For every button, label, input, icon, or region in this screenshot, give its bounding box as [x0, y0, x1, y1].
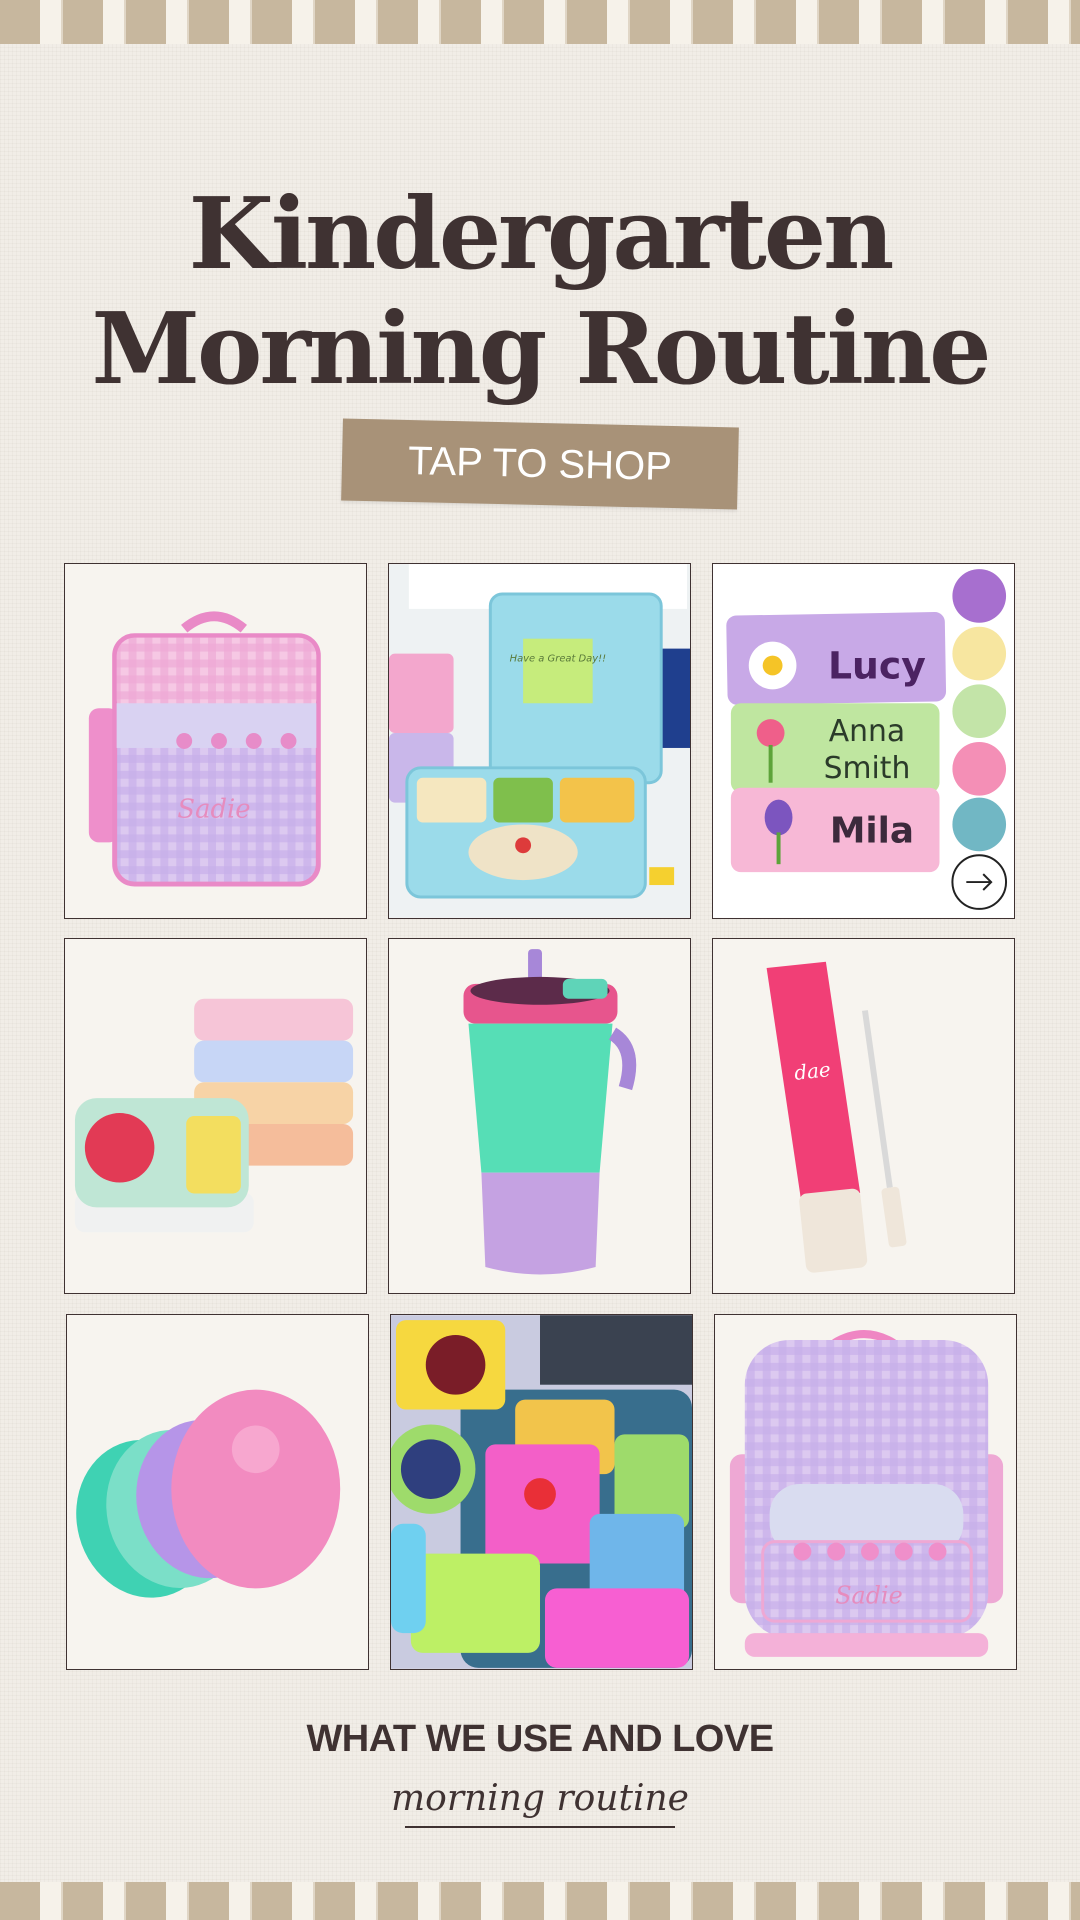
excavator-icon	[952, 684, 1007, 739]
footer-script: morning routine	[391, 1778, 689, 1819]
ice-packs-image	[76, 1389, 341, 1598]
product-tile-bento-box[interactable]: Have a Great Day!!	[388, 563, 691, 919]
product-tile-lunchbox[interactable]: Sadie	[64, 563, 367, 919]
fairy-ice-pack	[171, 1389, 341, 1589]
daisy-icon	[748, 641, 797, 690]
dinosaur-icon	[952, 797, 1007, 852]
rainbow-icon	[952, 569, 1007, 623]
page-title-line-1: Kindergarten	[188, 177, 895, 292]
sun-icon	[952, 626, 1007, 681]
product-tile-snack-containers[interactable]	[64, 938, 367, 1294]
svg-text:Mila: Mila	[830, 810, 914, 851]
cheese-cubes	[186, 1116, 241, 1194]
arrow-right-icon[interactable]	[951, 854, 1008, 910]
backpack-image: Sadie	[729, 1330, 1004, 1657]
footer-heading: WHAT WE USE AND LOVE	[306, 1718, 774, 1760]
product-tile-name-labels[interactable]: Lucy Anna Smith Mila	[712, 563, 1015, 919]
product-tile-silicone-cups[interactable]	[390, 1314, 693, 1670]
svg-text:Smith: Smith	[824, 751, 911, 786]
tap-to-shop-button[interactable]: TAP TO SHOP	[341, 418, 739, 510]
svg-text:Lucy: Lucy	[828, 643, 926, 687]
backpack-name: Sadie	[835, 1581, 903, 1609]
silicone-cups-image	[391, 1315, 692, 1669]
lip-balm-image: dae	[766, 961, 907, 1273]
product-tile-backpack[interactable]: Sadie	[714, 1314, 1017, 1670]
name-labels-image: Lucy Anna Smith Mila	[713, 564, 1014, 918]
footer-underline	[405, 1826, 675, 1828]
unicorn-icon	[952, 741, 1007, 796]
raspberries	[84, 1113, 155, 1183]
brand-logo: dae	[793, 1058, 832, 1085]
svg-text:Anna: Anna	[829, 714, 905, 749]
product-tile-tumbler[interactable]	[388, 938, 691, 1294]
bottom-stripe-border	[0, 1882, 1080, 1920]
sticky-note	[523, 638, 593, 704]
bento-box-image: Have a Great Day!!	[389, 564, 690, 918]
snack-containers-image	[74, 998, 354, 1233]
top-stripe-border	[0, 0, 1080, 44]
product-tile-lip-balm[interactable]: dae	[712, 938, 1015, 1294]
lunchbox-name: Sadie	[177, 794, 250, 824]
page-title-line-2: Morning Routine	[91, 292, 991, 407]
product-tile-ice-packs[interactable]	[66, 1314, 369, 1670]
svg-text:Have a Great Day!!: Have a Great Day!!	[510, 654, 606, 665]
lunchbox-image: Sadie	[88, 611, 321, 887]
tumbler-image	[463, 949, 637, 1275]
